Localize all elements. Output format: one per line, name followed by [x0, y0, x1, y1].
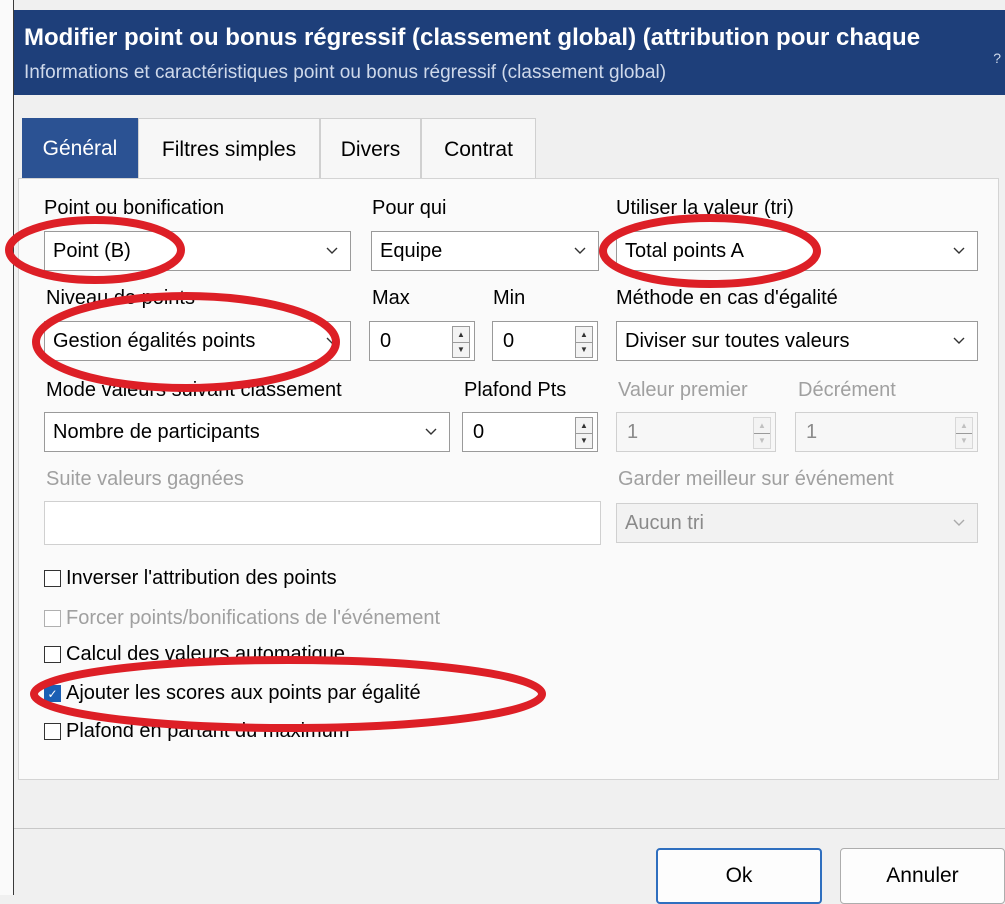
decrement-stepper[interactable]: 1 ▲ ▼ — [795, 412, 978, 452]
inverser-attribution-checkbox[interactable]: Inverser l'attribution des points — [44, 567, 337, 590]
min-stepper[interactable]: 0 ▲ ▼ — [492, 321, 598, 361]
point-ou-bonification-value: Point (B) — [53, 239, 131, 262]
checkbox-box[interactable] — [44, 570, 61, 587]
help-icon[interactable]: ? — [993, 50, 1001, 66]
spin-down-icon[interactable]: ▼ — [956, 432, 972, 449]
chevron-down-icon — [326, 247, 338, 254]
spin-down-icon[interactable]: ▼ — [576, 432, 592, 449]
checkbox-box[interactable] — [44, 723, 61, 740]
plafond-pts-value: 0 — [473, 420, 485, 443]
min-label: Min — [493, 287, 526, 309]
garder-meilleur-select[interactable]: Aucun tri — [616, 503, 978, 543]
plafond-maximum-label: Plafond en partant du maximum — [66, 720, 350, 742]
ajouter-scores-checkbox[interactable]: ✓ Ajouter les scores aux points par égal… — [44, 682, 421, 705]
niveau-points-select[interactable]: Gestion égalités points — [44, 321, 351, 361]
tab-contrat[interactable]: Contrat — [421, 118, 536, 180]
valeur-premier-stepper[interactable]: 1 ▲ ▼ — [616, 412, 776, 452]
spin-up-icon[interactable]: ▲ — [453, 327, 469, 342]
inverser-attribution-label: Inverser l'attribution des points — [66, 567, 337, 589]
decrement-stepper-arrows[interactable]: ▲ ▼ — [955, 417, 973, 449]
garder-meilleur-label: Garder meilleur sur événement — [618, 468, 894, 490]
plafond-pts-label: Plafond Pts — [464, 379, 567, 401]
utiliser-valeur-select[interactable]: Total points A — [616, 231, 978, 271]
utiliser-valeur-value: Total points A — [625, 239, 744, 262]
spin-up-icon[interactable]: ▲ — [754, 418, 770, 433]
chevron-down-icon — [574, 247, 586, 254]
spin-up-icon[interactable]: ▲ — [576, 418, 592, 433]
pour-qui-label: Pour qui — [372, 197, 447, 219]
chevron-down-icon — [953, 519, 965, 526]
cancel-button[interactable]: Annuler — [840, 848, 1005, 904]
dialog-subtitle: Informations et caractéristiques point o… — [24, 62, 667, 83]
plafond-pts-stepper-arrows[interactable]: ▲ ▼ — [575, 417, 593, 449]
chevron-down-icon — [425, 428, 437, 435]
suite-valeurs-input[interactable] — [44, 501, 601, 545]
calcul-valeurs-checkbox[interactable]: Calcul des valeurs automatique — [44, 643, 345, 666]
garder-meilleur-value: Aucun tri — [625, 511, 704, 534]
checkbox-box[interactable] — [44, 610, 61, 627]
utiliser-valeur-label: Utiliser la valeur (tri) — [616, 197, 794, 219]
point-ou-bonification-label: Point ou bonification — [44, 197, 225, 219]
niveau-points-value: Gestion égalités points — [53, 329, 256, 352]
chevron-down-icon — [326, 337, 338, 344]
min-value: 0 — [503, 329, 515, 352]
valeur-premier-stepper-arrows[interactable]: ▲ ▼ — [753, 417, 771, 449]
chevron-down-icon — [953, 337, 965, 344]
checkmark-icon[interactable]: ✓ — [44, 685, 61, 702]
footer-separator — [14, 828, 1005, 829]
plafond-pts-stepper[interactable]: 0 ▲ ▼ — [462, 412, 598, 452]
min-stepper-arrows[interactable]: ▲ ▼ — [575, 326, 593, 358]
mode-valeurs-select[interactable]: Nombre de participants — [44, 412, 450, 452]
valeur-premier-value: 1 — [627, 420, 639, 443]
decrement-value: 1 — [806, 420, 818, 443]
max-stepper-arrows[interactable]: ▲ ▼ — [452, 326, 470, 358]
plafond-maximum-checkbox[interactable]: Plafond en partant du maximum — [44, 720, 350, 743]
ok-button[interactable]: Ok — [656, 848, 822, 904]
mode-valeurs-value: Nombre de participants — [53, 420, 260, 443]
mode-valeurs-label: Mode valeurs suivant classement — [46, 379, 342, 401]
point-ou-bonification-select[interactable]: Point (B) — [44, 231, 351, 271]
forcer-points-checkbox[interactable]: Forcer points/bonifications de l'événeme… — [44, 607, 440, 630]
calcul-valeurs-label: Calcul des valeurs automatique — [66, 643, 346, 665]
pour-qui-select[interactable]: Equipe — [371, 231, 599, 271]
suite-valeurs-label: Suite valeurs gagnées — [46, 468, 244, 490]
ajouter-scores-label: Ajouter les scores aux points par égalit… — [66, 682, 421, 704]
max-value: 0 — [380, 329, 392, 352]
tab-filtres-simples[interactable]: Filtres simples — [138, 118, 320, 180]
spin-down-icon[interactable]: ▼ — [453, 341, 469, 358]
niveau-points-label: Niveau de points — [46, 287, 195, 309]
dialog-title: Modifier point ou bonus régressif (class… — [24, 24, 921, 51]
forcer-points-label: Forcer points/bonifications de l'événeme… — [66, 607, 441, 629]
methode-egalite-value: Diviser sur toutes valeurs — [625, 329, 850, 352]
checkbox-box[interactable] — [44, 646, 61, 663]
valeur-premier-label: Valeur premier — [618, 379, 748, 401]
methode-egalite-label: Méthode en cas d'égalité — [616, 287, 838, 309]
spin-down-icon[interactable]: ▼ — [754, 432, 770, 449]
tab-divers[interactable]: Divers — [320, 118, 421, 180]
spin-down-icon[interactable]: ▼ — [576, 341, 592, 358]
pour-qui-value: Equipe — [380, 239, 443, 262]
methode-egalite-select[interactable]: Diviser sur toutes valeurs — [616, 321, 978, 361]
max-label: Max — [372, 287, 410, 309]
tab-general[interactable]: Général — [22, 118, 138, 180]
max-stepper[interactable]: 0 ▲ ▼ — [369, 321, 475, 361]
spin-up-icon[interactable]: ▲ — [956, 418, 972, 433]
background-window-edge — [0, 0, 14, 895]
dialog-title-bar[interactable]: Modifier point ou bonus régressif (class… — [14, 10, 1005, 95]
decrement-label: Décrément — [798, 379, 896, 401]
spin-up-icon[interactable]: ▲ — [576, 327, 592, 342]
chevron-down-icon — [953, 247, 965, 254]
